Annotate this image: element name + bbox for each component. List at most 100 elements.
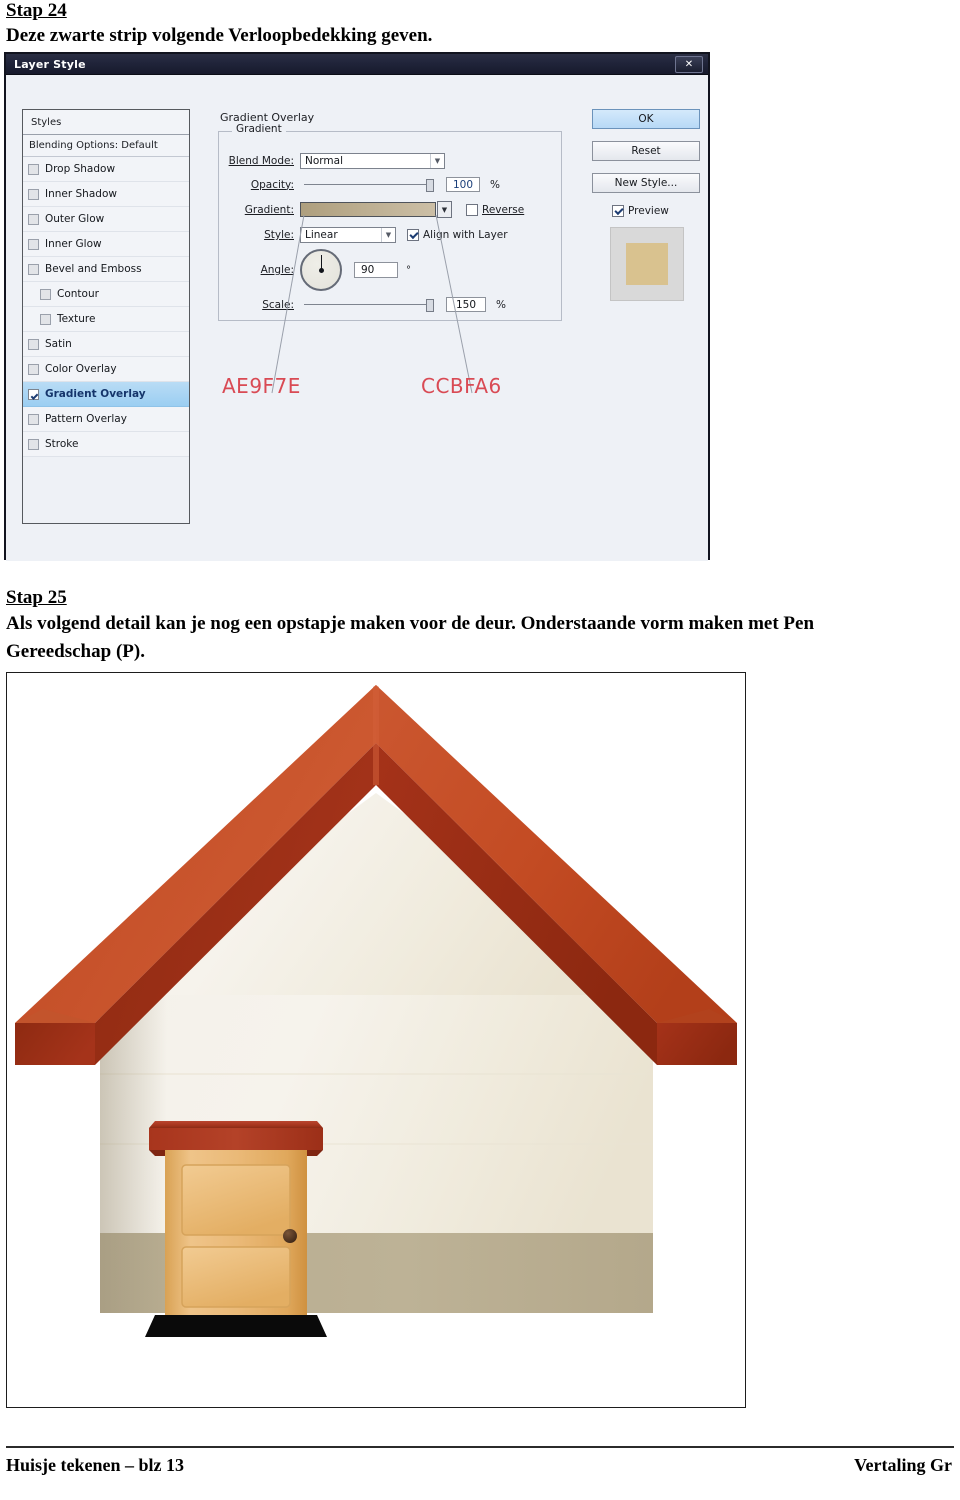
effect-checkbox[interactable] <box>28 388 39 400</box>
gradient-preview-swatch[interactable] <box>300 202 436 217</box>
blend-mode-value: Normal <box>305 155 343 167</box>
effect-row-gradient-overlay[interactable]: Gradient Overlay <box>23 382 189 407</box>
effect-rows: Drop Shadow Inner Shadow Outer Glow Inner G… <box>23 157 189 457</box>
effect-row-contour[interactable]: Contour <box>23 282 189 307</box>
reset-button[interactable]: Reset <box>592 141 700 161</box>
house-illustration-frame <box>6 672 746 1408</box>
effects-list: Styles Blending Options: Default Drop Sh… <box>22 109 190 524</box>
dialog-title: Layer Style <box>14 57 86 71</box>
gradient-overlay-options: Gradient Overlay Gradient Blend Mode: No… <box>206 109 578 524</box>
gradient-label: Gradient: <box>244 203 294 216</box>
effect-row-color-overlay[interactable]: Color Overlay <box>23 357 189 382</box>
scale-slider[interactable] <box>304 299 434 312</box>
effect-row-texture[interactable]: Texture <box>23 307 189 332</box>
footer-left-text: Huisje tekenen – blz 13 <box>6 1455 184 1475</box>
styles-label: Styles <box>31 116 62 128</box>
blending-options-label: Blending Options: Default <box>29 140 158 151</box>
stap25-text-block: Stap 25 Als volgend detail kan je nog ee… <box>6 588 952 665</box>
style-row: Style: Linear ▼ Align with Layer <box>218 227 562 243</box>
angle-label: Angle: <box>260 264 294 276</box>
effect-label: Drop Shadow <box>45 163 116 175</box>
effect-row-inner-glow[interactable]: Inner Glow <box>23 232 189 257</box>
gradient-picker-chevron-icon[interactable]: ▼ <box>437 201 452 218</box>
effect-label: Color Overlay <box>45 363 117 375</box>
footer-divider <box>6 1446 954 1448</box>
layer-preview-thumbnail <box>610 227 684 301</box>
scale-unit: % <box>496 298 506 311</box>
angle-dial[interactable] <box>300 249 342 291</box>
new-style-button[interactable]: New Style... <box>592 173 700 193</box>
opacity-unit: % <box>490 178 500 191</box>
effect-row-stroke[interactable]: Stroke <box>23 432 189 457</box>
reverse-checkbox-box <box>466 203 478 216</box>
effect-checkbox[interactable] <box>28 413 39 425</box>
effect-label: Gradient Overlay <box>45 388 146 400</box>
scale-label: Scale: <box>262 298 294 311</box>
effect-checkbox[interactable] <box>28 263 39 275</box>
dialog-body: Styles Blending Options: Default Drop Sh… <box>6 75 708 561</box>
align-with-layer-label: Align with Layer <box>423 229 508 241</box>
effect-row-bevel-and-emboss[interactable]: Bevel and Emboss <box>23 257 189 282</box>
effect-label: Bevel and Emboss <box>45 263 142 275</box>
effect-row-drop-shadow[interactable]: Drop Shadow <box>23 157 189 182</box>
house-illustration <box>15 685 737 1337</box>
chevron-down-icon: ▼ <box>381 228 395 242</box>
gradient-row: Gradient: ▼ Reverse <box>218 201 562 218</box>
effect-checkbox[interactable] <box>28 163 39 175</box>
effect-row-pattern-overlay[interactable]: Pattern Overlay <box>23 407 189 432</box>
stap24-text-block: Stap 24 Deze zwarte strip volgende Verlo… <box>6 1 706 48</box>
footer-right-text: Vertaling Gr <box>854 1455 952 1475</box>
effect-checkbox[interactable] <box>28 238 39 250</box>
align-with-layer-box <box>407 229 419 241</box>
close-icon[interactable]: ✕ <box>675 56 703 73</box>
angle-hub <box>318 267 324 273</box>
stap24-body: Deze zwarte strip volgende Verloopbedekk… <box>6 24 433 46</box>
layer-style-dialog: Layer Style ✕ Styles Blending Options: D… <box>4 52 710 561</box>
preview-label: Preview <box>628 205 669 217</box>
stap25-body-line2: Gereedschap (P). <box>6 641 145 663</box>
chevron-down-icon: ▼ <box>430 154 444 168</box>
blend-mode-label: Blend Mode: <box>228 155 294 167</box>
angle-input[interactable]: 90 <box>354 262 398 278</box>
effect-label: Stroke <box>45 438 79 450</box>
effect-label: Inner Glow <box>45 238 102 250</box>
effect-row-satin[interactable]: Satin <box>23 332 189 357</box>
effect-label: Inner Shadow <box>45 188 117 200</box>
effect-label: Satin <box>45 338 72 350</box>
stap25-heading: Stap 25 <box>6 587 67 608</box>
scale-input[interactable]: 150 <box>446 297 486 312</box>
layer-preview-fill <box>626 243 668 285</box>
preview-checkbox[interactable]: Preview <box>612 205 704 217</box>
opacity-label: Opacity: <box>250 178 294 191</box>
preview-checkbox-box <box>612 205 624 217</box>
effect-label: Pattern Overlay <box>45 413 127 425</box>
style-label: Style: <box>264 229 294 241</box>
style-select[interactable]: Linear ▼ <box>300 227 396 243</box>
dialog-buttons: OK Reset New Style... Preview <box>592 109 704 301</box>
opacity-slider[interactable] <box>304 179 434 192</box>
reverse-checkbox[interactable]: Reverse <box>466 203 524 216</box>
styles-list-item[interactable]: Styles <box>23 110 189 135</box>
effect-checkbox[interactable] <box>28 363 39 375</box>
blend-mode-row: Blend Mode: Normal ▼ <box>218 153 562 169</box>
stap25-body-line1: Als volgend detail kan je nog een opstap… <box>6 612 815 634</box>
effect-row-inner-shadow[interactable]: Inner Shadow <box>23 182 189 207</box>
effect-label: Outer Glow <box>45 213 105 225</box>
opacity-row: Opacity: 100 % <box>218 177 562 192</box>
opacity-input[interactable]: 100 <box>446 177 480 192</box>
gradient-group-legend: Gradient <box>232 123 286 135</box>
effect-checkbox[interactable] <box>40 313 51 325</box>
effect-label: Texture <box>57 313 96 325</box>
blend-mode-select[interactable]: Normal ▼ <box>300 153 445 169</box>
effect-checkbox[interactable] <box>28 338 39 350</box>
effect-label: Contour <box>57 288 99 300</box>
effect-row-outer-glow[interactable]: Outer Glow <box>23 207 189 232</box>
align-with-layer-checkbox[interactable]: Align with Layer <box>407 229 508 241</box>
effect-checkbox[interactable] <box>28 438 39 450</box>
hex-label-left: AE9F7E <box>222 374 301 398</box>
effect-checkbox[interactable] <box>28 188 39 200</box>
effect-checkbox[interactable] <box>28 213 39 225</box>
effect-checkbox[interactable] <box>40 288 51 300</box>
ok-button[interactable]: OK <box>592 109 700 129</box>
blending-options-item[interactable]: Blending Options: Default <box>23 135 189 157</box>
